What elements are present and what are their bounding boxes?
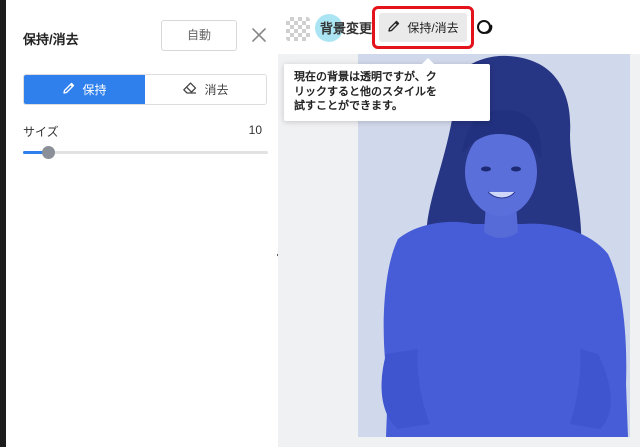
auto-button[interactable]: 自動 xyxy=(161,20,237,51)
keep-mode-button[interactable]: 保持 xyxy=(24,75,145,104)
panel-title: 保持/消去 xyxy=(23,32,79,47)
keep-erase-tool-label: 保持/消去 xyxy=(407,21,459,35)
change-background-button[interactable]: 背景変更 xyxy=(316,16,372,42)
erase-mode-button[interactable]: 消去 xyxy=(145,75,266,104)
tooltip-line-2: リックすると他のスタイルを xyxy=(294,85,437,98)
canvas-area: 背景変更 保持/消去 現在の背景は透明ですが、ク リックすると他のスタイルを 試… xyxy=(278,0,640,447)
pencil-icon xyxy=(387,19,401,36)
size-value: 10 xyxy=(248,123,262,137)
keep-erase-panel: 保持/消去 自動 保持 消去 サイズ 10 xyxy=(6,0,278,447)
app-frame: 保持/消去 自動 保持 消去 サイズ 10 背景変更 保持/消去 現在の背景は透… xyxy=(0,0,640,447)
background-change-tooltip: 現在の背景は透明ですが、ク リックすると他のスタイルを 試すことができます。 xyxy=(284,58,490,121)
close-icon[interactable] xyxy=(250,26,268,44)
transparent-background-swatch[interactable] xyxy=(286,17,310,41)
keep-erase-tool-button[interactable]: 保持/消去 xyxy=(372,6,474,49)
eraser-icon xyxy=(182,81,198,98)
erase-mode-label: 消去 xyxy=(204,83,229,97)
canvas-toolbar: 背景変更 保持/消去 xyxy=(278,0,640,54)
size-slider-handle[interactable] xyxy=(41,146,55,159)
mode-toggle: 保持 消去 xyxy=(23,74,267,105)
tooltip-line-3: 試すことができます。 xyxy=(294,100,403,112)
overlay-circles-icon[interactable] xyxy=(476,18,496,38)
pencil-icon xyxy=(62,81,76,98)
keep-mode-label: 保持 xyxy=(82,83,107,97)
tooltip-line-1: 現在の背景は透明ですが、ク xyxy=(294,71,437,83)
tooltip-arrow xyxy=(422,58,434,64)
size-label: サイズ xyxy=(23,125,59,139)
size-slider[interactable] xyxy=(23,146,268,159)
